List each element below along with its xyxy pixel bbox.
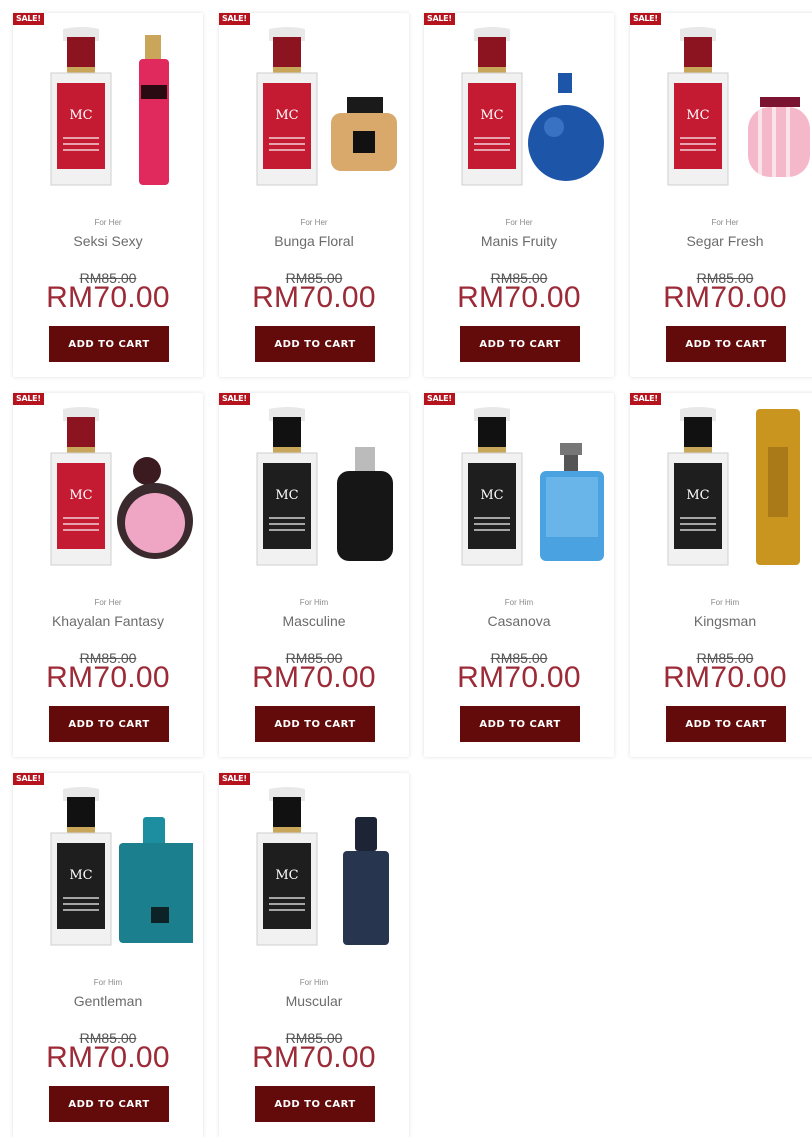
product-card[interactable]: SALE! MC For Her Seksi Sexy RM85.00 RM70… — [13, 13, 203, 377]
product-category: For Her — [711, 218, 739, 227]
pink-striped-bottle-icon: MC — [660, 27, 810, 197]
add-to-cart-button[interactable]: ADD TO CART — [255, 1086, 375, 1122]
product-category: For Him — [299, 978, 329, 987]
black-square-bottle-icon: MC — [249, 407, 399, 577]
product-card[interactable]: SALE! MC For Him Masculine RM85.00 RM70.… — [219, 393, 409, 757]
sale-badge: SALE! — [630, 393, 661, 405]
product-category: For Him — [93, 978, 123, 987]
product-category: For Her — [94, 218, 122, 227]
product-image[interactable]: MC — [43, 787, 199, 953]
product-card[interactable]: SALE! MC For Her Manis Fruity RM85.00 RM… — [424, 13, 614, 377]
sale-price: RM70.00 — [252, 281, 376, 314]
svg-text:MC: MC — [275, 868, 298, 883]
add-to-cart-button[interactable]: ADD TO CART — [255, 706, 375, 742]
add-to-cart-button[interactable]: ADD TO CART — [460, 706, 580, 742]
add-to-cart-button[interactable]: ADD TO CART — [49, 326, 169, 362]
product-name[interactable]: Masculine — [219, 613, 409, 629]
sale-price: RM70.00 — [663, 281, 787, 314]
add-to-cart-button[interactable]: ADD TO CART — [666, 326, 786, 362]
product-name[interactable]: Bunga Floral — [219, 233, 409, 249]
product-image[interactable]: MC — [454, 407, 604, 573]
sale-badge: SALE! — [424, 13, 455, 25]
product-card[interactable]: SALE! MC For Him Kingsman RM85.00 RM70.0… — [630, 393, 812, 757]
svg-text:MC: MC — [686, 108, 709, 123]
svg-text:MC: MC — [480, 108, 503, 123]
sale-price: RM70.00 — [252, 1041, 376, 1074]
product-category: For Him — [504, 598, 534, 607]
product-name[interactable]: Gentleman — [13, 993, 203, 1009]
sale-badge: SALE! — [219, 773, 250, 785]
add-to-cart-button[interactable]: ADD TO CART — [49, 1086, 169, 1122]
svg-text:MC: MC — [480, 488, 503, 503]
product-name[interactable]: Seksi Sexy — [13, 233, 203, 249]
svg-text:MC: MC — [275, 488, 298, 503]
add-to-cart-button[interactable]: ADD TO CART — [49, 706, 169, 742]
sale-price: RM70.00 — [46, 1041, 170, 1074]
sale-badge: SALE! — [13, 13, 44, 25]
pink-disc-bottle-icon: MC — [43, 407, 193, 577]
product-card[interactable]: SALE! MC For Her Bunga Floral RM85.00 RM… — [219, 13, 409, 377]
sale-price: RM70.00 — [252, 661, 376, 694]
product-card[interactable]: SALE! MC For Him Gentleman RM85.00 RM70.… — [13, 773, 203, 1137]
product-card[interactable]: SALE! MC For Him Casanova RM85.00 RM70.0… — [424, 393, 614, 757]
svg-text:MC: MC — [686, 488, 709, 503]
gold-bar-bottle-icon: MC — [660, 407, 810, 577]
product-image[interactable]: MC — [43, 407, 193, 573]
light-blue-bottle-icon: MC — [454, 407, 604, 577]
product-image[interactable]: MC — [249, 27, 399, 193]
navy-tall-bottle-icon: MC — [249, 787, 399, 957]
sale-price: RM70.00 — [457, 661, 581, 694]
svg-text:MC: MC — [275, 108, 298, 123]
blue-round-bottle-icon: MC — [454, 27, 604, 197]
product-name[interactable]: Khayalan Fantasy — [13, 613, 203, 629]
product-name[interactable]: Muscular — [219, 993, 409, 1009]
product-category: For Her — [94, 598, 122, 607]
sale-badge: SALE! — [13, 393, 44, 405]
product-image[interactable]: MC — [660, 407, 810, 573]
product-card[interactable]: SALE! MC For Her Segar Fresh RM85.00 RM7… — [630, 13, 812, 377]
sale-badge: SALE! — [219, 393, 250, 405]
add-to-cart-button[interactable]: ADD TO CART — [460, 326, 580, 362]
sale-price: RM70.00 — [663, 661, 787, 694]
product-card[interactable]: SALE! MC For Her Khayalan Fantasy RM85.0… — [13, 393, 203, 757]
product-category: For Her — [300, 218, 328, 227]
add-to-cart-button[interactable]: ADD TO CART — [666, 706, 786, 742]
product-category: For Her — [505, 218, 533, 227]
pink-spray-bottle-icon: MC — [43, 27, 193, 197]
sale-badge: SALE! — [13, 773, 44, 785]
product-image[interactable]: MC — [660, 27, 810, 193]
product-category: For Him — [710, 598, 740, 607]
product-image[interactable]: MC — [249, 407, 399, 573]
sale-price: RM70.00 — [46, 281, 170, 314]
sale-price: RM70.00 — [457, 281, 581, 314]
product-name[interactable]: Manis Fruity — [424, 233, 614, 249]
gold-floral-bottle-icon: MC — [249, 27, 399, 197]
product-name[interactable]: Kingsman — [630, 613, 812, 629]
product-name[interactable]: Segar Fresh — [630, 233, 812, 249]
svg-text:MC: MC — [69, 108, 92, 123]
product-category: For Him — [299, 598, 329, 607]
add-to-cart-button[interactable]: ADD TO CART — [255, 326, 375, 362]
sale-badge: SALE! — [424, 393, 455, 405]
sale-badge: SALE! — [630, 13, 661, 25]
product-name[interactable]: Casanova — [424, 613, 614, 629]
product-card[interactable]: SALE! MC For Him Muscular RM85.00 RM70.0… — [219, 773, 409, 1137]
product-image[interactable]: MC — [43, 27, 193, 193]
sale-price: RM70.00 — [46, 661, 170, 694]
svg-text:MC: MC — [69, 868, 92, 883]
product-image[interactable]: MC — [249, 787, 399, 953]
product-image[interactable]: MC — [454, 27, 604, 193]
sale-badge: SALE! — [219, 13, 250, 25]
teal-square-bottle-icon: MC — [43, 787, 199, 957]
svg-text:MC: MC — [69, 488, 92, 503]
